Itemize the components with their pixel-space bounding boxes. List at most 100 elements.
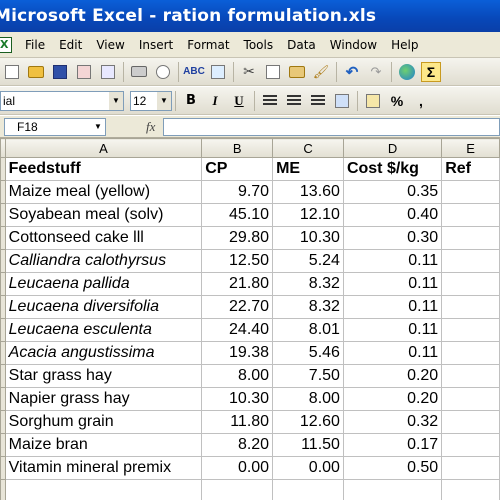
insert-function-icon[interactable]: fx xyxy=(146,119,155,135)
menu-edit[interactable]: Edit xyxy=(52,38,89,52)
cell-me[interactable]: 7.50 xyxy=(272,364,344,388)
cell-feedstuff[interactable]: Leucaena diversifolia xyxy=(4,295,203,319)
format-painter-icon[interactable]: 🖌 xyxy=(311,62,331,82)
comma-button[interactable]: , xyxy=(411,91,431,111)
email-icon[interactable] xyxy=(98,62,118,82)
cell-ref[interactable] xyxy=(441,295,500,319)
cell-header-cp[interactable]: CP xyxy=(201,157,274,181)
cell-cost[interactable]: 0.32 xyxy=(342,410,443,434)
cell-ref[interactable] xyxy=(441,341,500,365)
paste-icon[interactable] xyxy=(287,62,307,82)
menu-view[interactable]: View xyxy=(89,38,131,52)
cell-cost[interactable]: 0.35 xyxy=(342,180,443,204)
cell-me[interactable]: 8.01 xyxy=(272,318,344,342)
cell-feedstuff[interactable]: Maize meal (yellow) xyxy=(4,180,203,204)
percent-button[interactable]: % xyxy=(387,91,407,111)
name-box[interactable]: F18 ▼ xyxy=(4,117,106,136)
empty-cell[interactable] xyxy=(4,479,203,500)
empty-cell[interactable] xyxy=(201,479,274,500)
chevron-down-icon[interactable]: ▼ xyxy=(157,91,171,110)
cell-feedstuff[interactable]: Leucaena esculenta xyxy=(4,318,203,342)
new-icon[interactable] xyxy=(2,62,22,82)
spelling-icon[interactable]: ABC xyxy=(183,62,205,82)
empty-cell[interactable] xyxy=(441,479,500,500)
menu-data[interactable]: Data xyxy=(280,38,323,52)
align-right-icon[interactable] xyxy=(308,91,328,111)
cell-feedstuff[interactable]: Soyabean meal (solv) xyxy=(4,203,203,227)
cell-feedstuff[interactable]: Napier grass hay xyxy=(4,387,203,411)
cell-cp[interactable]: 29.80 xyxy=(201,226,274,250)
cell-cost[interactable]: 0.20 xyxy=(342,364,443,388)
chevron-down-icon[interactable]: ▼ xyxy=(109,91,123,110)
cell-cp[interactable]: 21.80 xyxy=(201,272,274,296)
cell-cp[interactable]: 8.20 xyxy=(201,433,274,457)
cell-feedstuff[interactable]: Sorghum grain xyxy=(4,410,203,434)
cell-cost[interactable]: 0.11 xyxy=(342,295,443,319)
font-size-select[interactable]: 12 ▼ xyxy=(130,90,172,111)
hyperlink-icon[interactable] xyxy=(397,62,417,82)
cell-header-cost[interactable]: Cost $/kg xyxy=(342,157,443,181)
cell-feedstuff[interactable]: Calliandra calothyrsus xyxy=(4,249,203,273)
cell-cost[interactable]: 0.11 xyxy=(342,249,443,273)
cell-ref[interactable] xyxy=(441,318,500,342)
cell-feedstuff[interactable]: Acacia angustissima xyxy=(4,341,203,365)
cell-cost[interactable]: 0.11 xyxy=(342,272,443,296)
cell-ref[interactable] xyxy=(441,203,500,227)
bold-button[interactable]: B xyxy=(181,91,201,111)
cell-me[interactable]: 8.00 xyxy=(272,387,344,411)
cell-header-ref[interactable]: Ref xyxy=(441,157,500,181)
cell-me[interactable]: 12.10 xyxy=(272,203,344,227)
column-header-e[interactable]: E xyxy=(441,138,500,158)
menu-insert[interactable]: Insert xyxy=(132,38,180,52)
formula-input[interactable] xyxy=(163,117,500,136)
chevron-down-icon[interactable]: ▼ xyxy=(91,119,105,135)
empty-cell[interactable] xyxy=(272,479,344,500)
column-header-d[interactable]: D xyxy=(342,138,443,158)
cell-feedstuff[interactable]: Maize bran xyxy=(4,433,203,457)
save-icon[interactable] xyxy=(50,62,70,82)
cell-ref[interactable] xyxy=(441,364,500,388)
cut-icon[interactable]: ✂ xyxy=(239,62,259,82)
cell-cp[interactable]: 12.50 xyxy=(201,249,274,273)
cell-cp[interactable]: 8.00 xyxy=(201,364,274,388)
cell-cp[interactable]: 22.70 xyxy=(201,295,274,319)
cell-cost[interactable]: 0.20 xyxy=(342,387,443,411)
print-preview-icon[interactable] xyxy=(153,62,173,82)
cell-me[interactable]: 13.60 xyxy=(272,180,344,204)
column-header-c[interactable]: C xyxy=(272,138,344,158)
cell-feedstuff[interactable]: Vitamin mineral premix xyxy=(4,456,203,480)
cell-me[interactable]: 11.50 xyxy=(272,433,344,457)
cell-cost[interactable]: 0.17 xyxy=(342,433,443,457)
cell-cp[interactable]: 11.80 xyxy=(201,410,274,434)
menu-help[interactable]: Help xyxy=(384,38,425,52)
cell-cp[interactable]: 24.40 xyxy=(201,318,274,342)
cell-header-feedstuff[interactable]: Feedstuff xyxy=(4,157,203,181)
research-icon[interactable] xyxy=(208,62,228,82)
cell-cp[interactable]: 45.10 xyxy=(201,203,274,227)
align-center-icon[interactable] xyxy=(284,91,304,111)
autosum-icon[interactable]: Σ xyxy=(421,61,441,82)
menu-file[interactable]: File xyxy=(18,38,52,52)
menu-tools[interactable]: Tools xyxy=(237,38,281,52)
menu-window[interactable]: Window xyxy=(323,38,384,52)
cell-ref[interactable] xyxy=(441,387,500,411)
cell-cost[interactable]: 0.30 xyxy=(342,226,443,250)
cell-ref[interactable] xyxy=(441,249,500,273)
cell-cp[interactable]: 0.00 xyxy=(201,456,274,480)
underline-button[interactable]: U xyxy=(229,91,249,111)
currency-icon[interactable] xyxy=(363,91,383,111)
cell-ref[interactable] xyxy=(441,410,500,434)
cell-cp[interactable]: 10.30 xyxy=(201,387,274,411)
print-icon[interactable] xyxy=(129,62,149,82)
cell-me[interactable]: 8.32 xyxy=(272,272,344,296)
cell-ref[interactable] xyxy=(441,456,500,480)
empty-cell[interactable] xyxy=(342,479,443,500)
permission-icon[interactable] xyxy=(74,62,94,82)
font-name-select[interactable]: ial ▼ xyxy=(0,90,124,111)
open-folder-icon[interactable] xyxy=(26,62,46,82)
cell-cost[interactable]: 0.11 xyxy=(342,341,443,365)
menu-format[interactable]: Format xyxy=(180,38,236,52)
redo-icon[interactable]: ↷ xyxy=(366,62,386,82)
cell-cost[interactable]: 0.40 xyxy=(342,203,443,227)
cell-me[interactable]: 5.46 xyxy=(272,341,344,365)
